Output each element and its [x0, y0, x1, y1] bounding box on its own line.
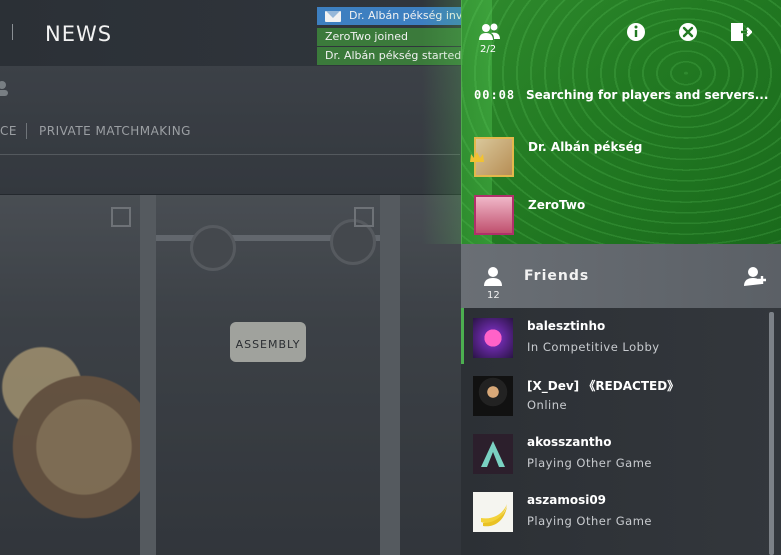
friends-count: 12 [487, 290, 500, 301]
friends-list: balesztinho In Competitive Lobby [X_Dev]… [461, 308, 781, 555]
search-status: Searching for players and servers... [526, 88, 769, 102]
mail-icon [325, 11, 341, 22]
party-count: 2/2 [480, 44, 497, 55]
friend-item[interactable]: [X_Dev] 《REDACTED》 Online [461, 366, 771, 422]
friend-item[interactable]: akosszantho Playing Other Game [461, 424, 771, 480]
toast-text: ZeroTwo joined [325, 30, 408, 43]
close-circle-icon[interactable] [676, 20, 700, 44]
avatar [474, 195, 514, 235]
friends-scrollbar[interactable] [769, 312, 774, 555]
friend-status: Playing Other Game [527, 514, 652, 528]
news-tab[interactable]: NEWS [45, 22, 112, 46]
avatar [473, 318, 513, 358]
friend-name: aszamosi09 [527, 493, 607, 507]
party-member[interactable]: ZeroTwo [474, 195, 774, 235]
friend-status: In Competitive Lobby [527, 340, 660, 354]
member-name: Dr. Albán pékség [528, 140, 643, 154]
friends-header: 12 Friends [461, 244, 781, 308]
friend-name: [X_Dev] 《REDACTED》 [527, 379, 680, 393]
crown-icon [470, 152, 484, 162]
friend-name: balesztinho [527, 319, 606, 333]
dim-overlay [0, 66, 461, 555]
friends-title: Friends [524, 268, 590, 284]
party-icon[interactable] [478, 20, 502, 44]
person-icon[interactable] [481, 264, 505, 288]
party-panel: 2/2 00:08 Searching for players and serv… [422, 0, 781, 244]
avatar [473, 376, 513, 416]
friend-status: Online [527, 398, 568, 412]
friend-name: akosszantho [527, 435, 612, 449]
nav-divider [12, 24, 13, 40]
banana-icon [481, 504, 507, 527]
add-friend-icon[interactable] [743, 264, 767, 288]
friend-item[interactable]: aszamosi09 Playing Other Game [461, 482, 771, 538]
exit-icon[interactable] [728, 20, 752, 44]
party-member[interactable]: Dr. Albán pékség [470, 137, 774, 177]
friend-item[interactable]: balesztinho In Competitive Lobby [461, 308, 771, 364]
member-name: ZeroTwo [528, 198, 586, 212]
letter-a-icon [481, 441, 505, 467]
info-icon[interactable] [624, 20, 648, 44]
search-timer: 00:08 [474, 88, 516, 102]
avatar [473, 434, 513, 474]
avatar [473, 492, 513, 532]
friend-status: Playing Other Game [527, 456, 652, 470]
